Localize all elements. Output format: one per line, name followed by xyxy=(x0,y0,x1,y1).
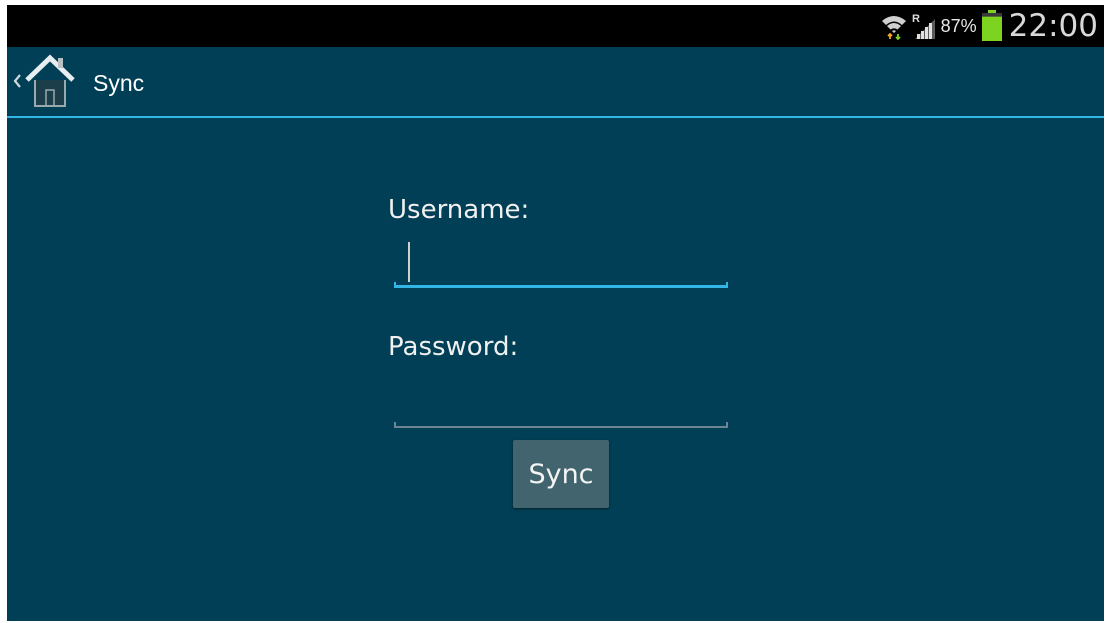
password-underline xyxy=(394,426,728,428)
sync-form: Username: Password: Sync xyxy=(7,118,1104,621)
password-input[interactable] xyxy=(410,388,710,424)
password-label: Password: xyxy=(388,332,519,362)
password-underline-tick-left xyxy=(394,422,396,428)
page-title: Sync xyxy=(93,70,145,96)
password-underline-tick-right xyxy=(726,422,728,428)
username-field[interactable] xyxy=(394,242,728,288)
status-icons: R 87% 22:00 xyxy=(881,5,1098,47)
signal-icon: R xyxy=(912,13,935,39)
chevron-left-icon xyxy=(13,74,21,88)
battery-icon xyxy=(981,10,1002,41)
action-bar: Sync xyxy=(7,47,1104,118)
home-up-button[interactable] xyxy=(11,51,75,111)
username-label: Username: xyxy=(388,195,530,225)
sync-button[interactable]: Sync xyxy=(513,440,609,508)
app-screen: R 87% 22:00 Sync Username: Password: Syn… xyxy=(7,5,1104,621)
battery-percent: 87% xyxy=(940,15,977,36)
username-input[interactable] xyxy=(410,248,710,284)
wifi-icon xyxy=(881,16,906,40)
username-underline xyxy=(394,285,728,288)
home-icon xyxy=(25,54,75,107)
username-underline-tick-left xyxy=(394,282,396,288)
roaming-indicator: R xyxy=(912,13,920,25)
clock: 22:00 xyxy=(1008,8,1098,44)
password-field[interactable] xyxy=(394,388,728,428)
status-bar: R 87% 22:00 xyxy=(7,5,1104,47)
username-underline-tick-right xyxy=(726,282,728,288)
